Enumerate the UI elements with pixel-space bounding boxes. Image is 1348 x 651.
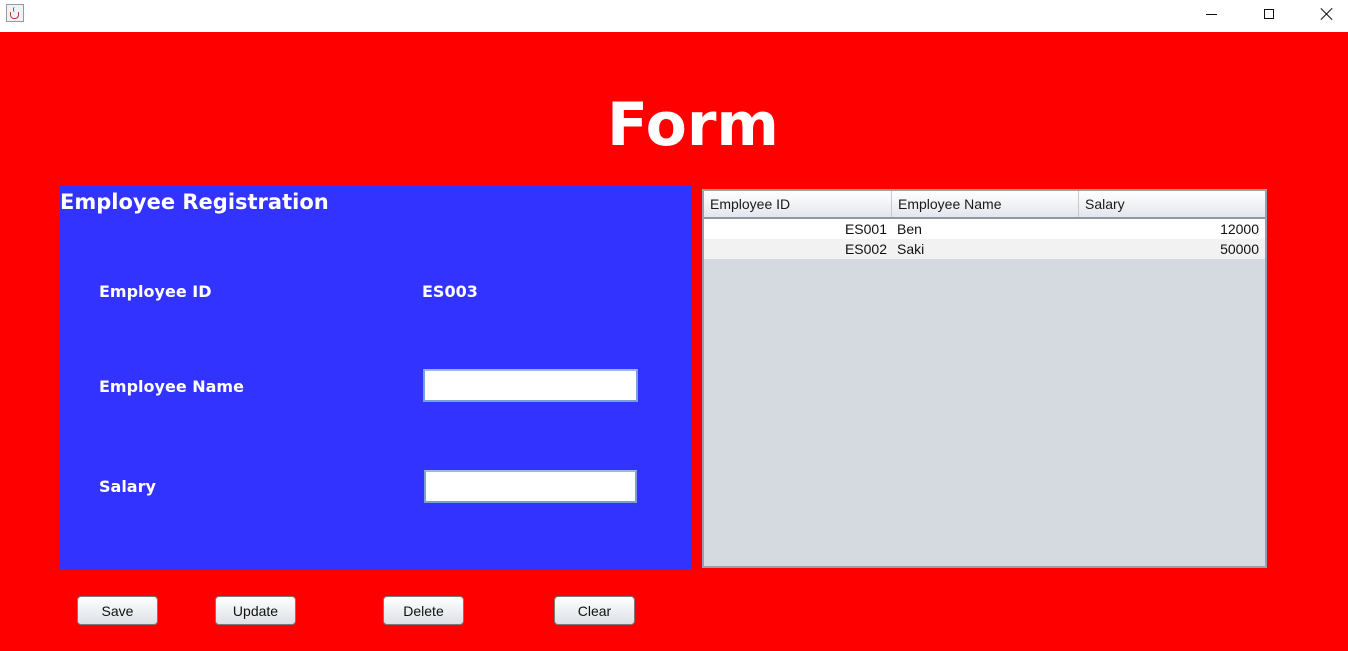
column-header-employee-id[interactable]: Employee ID (704, 191, 892, 217)
table-body: ES001 Ben 12000 ES002 Saki 50000 (704, 219, 1265, 259)
maximize-icon (1264, 9, 1274, 19)
clear-button[interactable]: Clear (554, 596, 635, 625)
maximize-button[interactable] (1240, 0, 1298, 28)
table-row[interactable]: ES001 Ben 12000 (704, 219, 1265, 239)
java-cup-icon[interactable] (6, 4, 24, 22)
close-icon (1320, 7, 1334, 21)
page-title: Form (607, 90, 779, 160)
column-header-employee-name[interactable]: Employee Name (892, 191, 1079, 217)
table-header: Employee ID Employee Name Salary (704, 191, 1265, 219)
salary-input[interactable] (424, 470, 637, 503)
table-row[interactable]: ES002 Saki 50000 (704, 239, 1265, 259)
employee-name-input[interactable] (423, 369, 638, 402)
minimize-icon (1205, 13, 1217, 15)
minimize-button[interactable] (1182, 0, 1240, 28)
app-window: Form Employee Registration Employee ID E… (0, 0, 1348, 651)
cell-employee-id: ES001 (844, 221, 887, 237)
cell-employee-id: ES002 (844, 241, 887, 257)
cell-salary: 12000 (1220, 221, 1259, 237)
content-area: Form Employee Registration Employee ID E… (0, 32, 1348, 651)
column-header-salary[interactable]: Salary (1079, 191, 1265, 217)
title-bar[interactable] (0, 0, 1348, 32)
employee-id-label: Employee ID (99, 282, 212, 301)
registration-heading: Employee Registration (60, 190, 329, 214)
employee-registration-panel: Employee Registration Employee ID ES003 … (60, 186, 692, 570)
delete-button[interactable]: Delete (383, 596, 464, 625)
employee-name-label: Employee Name (99, 377, 244, 396)
salary-label: Salary (99, 477, 156, 496)
cell-employee-name: Ben (897, 221, 922, 237)
close-button[interactable] (1298, 0, 1348, 28)
employee-table[interactable]: Employee ID Employee Name Salary ES001 B… (702, 189, 1267, 568)
cell-employee-name: Saki (897, 241, 925, 257)
update-button[interactable]: Update (215, 596, 296, 625)
cell-salary: 50000 (1220, 241, 1259, 257)
employee-id-value: ES003 (422, 282, 478, 301)
save-button[interactable]: Save (77, 596, 158, 625)
